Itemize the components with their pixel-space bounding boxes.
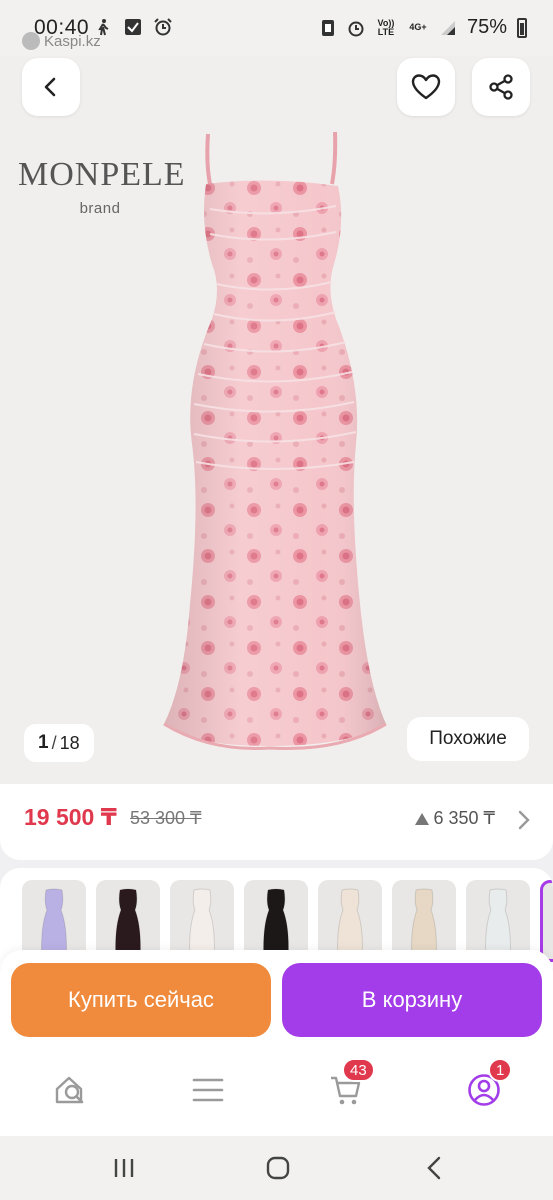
app-label: Kaspi.kz [44, 32, 101, 50]
bonus-amount: 6 350 ₸ [414, 808, 496, 829]
current-price: 19 500 ₸ [24, 804, 117, 830]
recent-apps-button[interactable] [106, 1152, 142, 1184]
battery-percent: 75% [466, 16, 507, 38]
app-tag: Kaspi.kz [22, 32, 101, 50]
dress-image [163, 131, 387, 750]
walk-icon [98, 19, 109, 36]
nav-cart[interactable]: 43 [326, 1058, 375, 1110]
bonus-value: 6 350 ₸ [433, 808, 496, 828]
alarm-icon [154, 18, 172, 36]
network-label: Vo)) LTE [377, 17, 395, 37]
triangle-up-icon [414, 812, 429, 825]
home-search-icon [55, 1076, 84, 1104]
back-arrow-icon [427, 1156, 441, 1180]
image-counter-separator: / [51, 732, 57, 753]
menu-icon [192, 1078, 224, 1102]
status-bar: 00:40 Kaspi.kz Vo)) LTE 4G+ 75% [0, 0, 553, 56]
chevron-left-icon [44, 77, 56, 97]
system-navigation [0, 1136, 553, 1200]
signal-icon [440, 20, 455, 35]
similar-button[interactable]: Похожие [407, 717, 529, 761]
status-icons-right: Vo)) LTE 4G+ 75% [319, 16, 527, 39]
buy-now-button[interactable]: Купить сейчас [11, 963, 271, 1037]
bottom-navigation: 43 1 [0, 1044, 553, 1136]
chevron-right-icon[interactable] [517, 809, 531, 831]
image-counter-total: 18 [59, 732, 80, 753]
heart-icon [411, 74, 441, 100]
profile-badge: 1 [488, 1058, 513, 1082]
cart-badge: 43 [342, 1058, 375, 1082]
share-icon [489, 74, 513, 100]
nav-catalog[interactable] [188, 1070, 228, 1110]
nav-home-search[interactable] [50, 1070, 90, 1110]
recent-apps-icon [114, 1159, 134, 1177]
nav-profile[interactable]: 1 [464, 1058, 513, 1110]
action-bar: Купить сейчас В корзину [0, 950, 553, 1044]
price-card[interactable]: 19 500 ₸ 53 300 ₸ 6 350 ₸ [0, 784, 553, 860]
alarm-icon [348, 21, 364, 36]
back-button[interactable] [22, 58, 80, 116]
product-page: 00:40 Kaspi.kz Vo)) LTE 4G+ 75% MONPELE … [0, 0, 553, 1200]
product-image-gallery[interactable]: MONPELE brand 1 / 18 Похожие [0, 44, 553, 784]
system-back-button[interactable] [416, 1152, 452, 1184]
image-counter-current: 1 [38, 732, 49, 753]
favorite-button[interactable] [397, 58, 455, 116]
thumb-pink-dress-selected[interactable] [540, 880, 553, 962]
thumb-dress-image [543, 883, 553, 962]
home-button[interactable] [260, 1152, 296, 1184]
check-box-icon [125, 19, 141, 35]
home-icon [266, 1156, 290, 1180]
nfc-icon [321, 19, 334, 36]
network-4g-label: 4G+ [409, 22, 427, 32]
status-icons-left [94, 18, 172, 36]
add-to-cart-button[interactable]: В корзину [282, 963, 542, 1037]
share-button[interactable] [472, 58, 530, 116]
old-price: 53 300 ₸ [130, 808, 202, 828]
battery-icon [517, 17, 527, 38]
kaspi-logo-icon [22, 32, 40, 50]
image-counter: 1 / 18 [24, 724, 94, 762]
